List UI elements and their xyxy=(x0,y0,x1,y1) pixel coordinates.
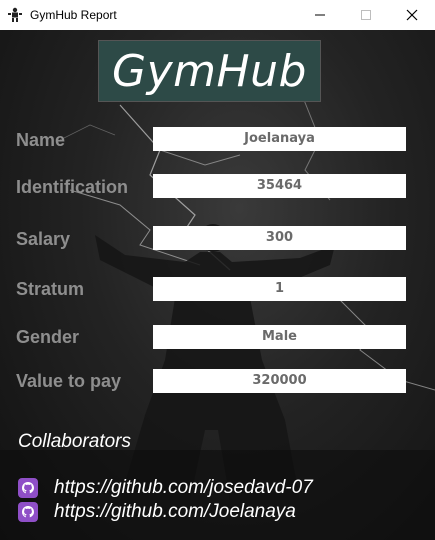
value-to-pay-value: 320000 xyxy=(153,369,406,393)
gender-label: Gender xyxy=(16,327,80,347)
value-to-pay-label: Value to pay xyxy=(16,371,122,391)
collaborator-link-text[interactable]: https://github.com/Joelanaya xyxy=(54,501,296,523)
minimize-button[interactable] xyxy=(297,0,343,30)
logo-banner: GymHub xyxy=(98,40,321,102)
gym-person-icon xyxy=(7,7,23,23)
collaborator-link[interactable]: https://github.com/Joelanaya xyxy=(18,500,296,524)
github-icon xyxy=(18,502,38,522)
github-icon xyxy=(18,478,38,498)
close-button[interactable] xyxy=(389,0,435,30)
minimize-icon xyxy=(315,14,325,16)
gender-value: Male xyxy=(153,325,406,349)
maximize-icon xyxy=(361,10,371,20)
salary-value: 300 xyxy=(153,226,406,250)
report-panel: GymHub Name Joelanaya Identification 354… xyxy=(0,30,435,540)
name-label: Name xyxy=(16,130,66,150)
stratum-value: 1 xyxy=(153,277,406,301)
collaborator-link-text[interactable]: https://github.com/josedavd-07 xyxy=(54,477,313,499)
maximize-button[interactable] xyxy=(343,0,389,30)
logo-text: GymHub xyxy=(112,45,307,97)
collaborator-link[interactable]: https://github.com/josedavd-07 xyxy=(18,476,313,500)
name-value: Joelanaya xyxy=(153,127,406,151)
stratum-label: Stratum xyxy=(16,279,85,299)
salary-label: Salary xyxy=(16,229,71,249)
identification-value: 35464 xyxy=(153,174,406,198)
window-titlebar: GymHub Report xyxy=(0,0,435,31)
window-title: GymHub Report xyxy=(30,8,117,22)
close-icon xyxy=(406,9,418,21)
collaborators-heading: Collaborators xyxy=(18,431,131,452)
identification-label: Identification xyxy=(16,177,128,197)
